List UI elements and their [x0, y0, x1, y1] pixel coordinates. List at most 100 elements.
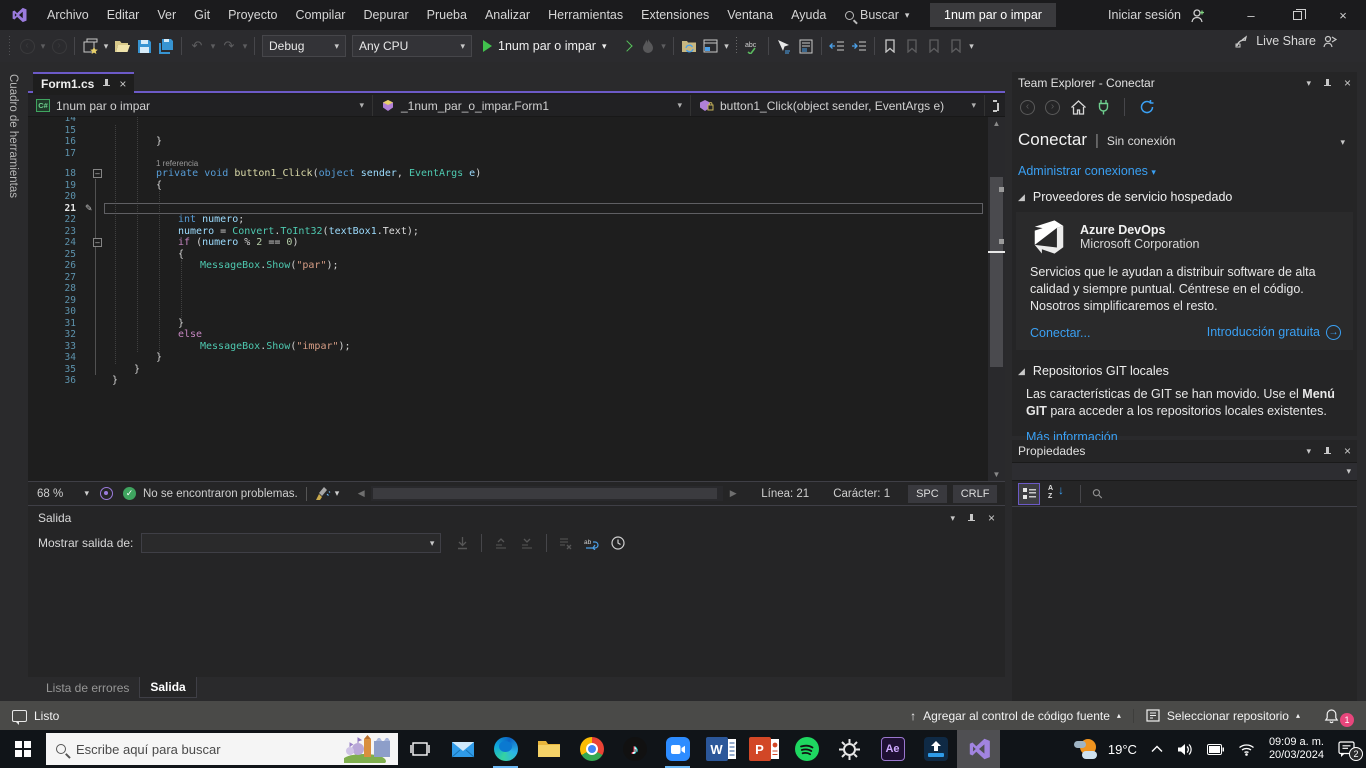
- member-dropdown[interactable]: button1_Click(object sender, EventArgs e…: [691, 95, 985, 116]
- select-repository-button[interactable]: Seleccionar repositorio ▴: [1132, 708, 1312, 723]
- git-section-header[interactable]: ◢ Repositorios GIT locales: [1012, 354, 1357, 382]
- code-line[interactable]: 30: [28, 306, 1005, 318]
- menu-extensiones[interactable]: Extensiones: [632, 0, 718, 30]
- toolbox-side-tab[interactable]: Cuadro de herramientas: [0, 62, 28, 701]
- menu-herramientas[interactable]: Herramientas: [539, 0, 632, 30]
- project-dropdown[interactable]: C# 1num par o impar ▾: [28, 95, 373, 116]
- code-line[interactable]: 14: [28, 117, 1005, 125]
- sign-in-button[interactable]: Iniciar sesión: [1108, 0, 1206, 30]
- code-line[interactable]: 29: [28, 295, 1005, 307]
- menu-ayuda[interactable]: Ayuda: [782, 0, 835, 30]
- menu-archivo[interactable]: Archivo: [38, 0, 98, 30]
- menu-depurar[interactable]: Depurar: [354, 0, 417, 30]
- start-debugging-button[interactable]: 1num par o impar ▾: [477, 35, 613, 57]
- code-line[interactable]: 19{: [28, 180, 1005, 192]
- save-all-icon[interactable]: [155, 35, 177, 57]
- hscroll-left-icon[interactable]: ◀: [353, 488, 369, 499]
- file-explorer-icon[interactable]: [527, 730, 570, 768]
- menu-compilar[interactable]: Compilar: [286, 0, 354, 30]
- restore-button[interactable]: [1274, 0, 1320, 30]
- code-line[interactable]: 31}: [28, 318, 1005, 330]
- eol-toggle[interactable]: CRLF: [952, 484, 998, 503]
- code-line[interactable]: 28: [28, 283, 1005, 295]
- menu-git[interactable]: Git: [185, 0, 219, 30]
- home-icon[interactable]: [1070, 99, 1087, 115]
- volume-icon[interactable]: [1177, 743, 1193, 756]
- split-editor-button[interactable]: [985, 95, 1005, 116]
- settings-app-icon[interactable]: [828, 730, 871, 768]
- unindent-icon[interactable]: [826, 35, 848, 57]
- window-position-caret[interactable]: ▾: [1306, 446, 1311, 457]
- solution-platform-dropdown[interactable]: Any CPU ▾: [352, 35, 472, 57]
- document-outline-icon[interactable]: [795, 35, 817, 57]
- sync-active-document-icon[interactable]: [678, 35, 700, 57]
- open-file-icon[interactable]: [111, 35, 133, 57]
- after-effects-app-icon[interactable]: Ae: [871, 730, 914, 768]
- connect-link[interactable]: Conectar...: [1030, 326, 1090, 340]
- hidden-icons-chevron[interactable]: [1151, 745, 1163, 753]
- code-line[interactable]: 18– private void button1_Click(object sen…: [28, 168, 1005, 180]
- code-line[interactable]: 16}: [28, 136, 1005, 148]
- action-center-button[interactable]: 2: [1338, 741, 1363, 761]
- close-button[interactable]: ×: [1320, 0, 1366, 30]
- start-button[interactable]: [0, 730, 46, 768]
- tiktok-app-icon[interactable]: ♪: [613, 730, 656, 768]
- scroll-down-icon[interactable]: ▼: [988, 470, 1005, 479]
- manage-connections-link[interactable]: Administrar conexiones ▾: [1018, 164, 1156, 178]
- spell-check-icon[interactable]: abc: [742, 35, 764, 57]
- type-dropdown[interactable]: _1num_par_o_impar.Form1 ▾: [373, 95, 691, 116]
- code-line[interactable]: 33 MessageBox.Show("impar");: [28, 341, 1005, 353]
- word-app-icon[interactable]: W: [699, 730, 742, 768]
- providers-section-header[interactable]: ◢ Proveedores de servicio hospedado: [1012, 180, 1357, 208]
- code-line[interactable]: 26 MessageBox.Show("par");: [28, 260, 1005, 272]
- code-line[interactable]: 21 ✎: [28, 202, 1005, 214]
- menu-proyecto[interactable]: Proyecto: [219, 0, 286, 30]
- battery-icon[interactable]: [1206, 743, 1224, 755]
- edge-app-icon[interactable]: [484, 730, 527, 768]
- indent-icon[interactable]: [848, 35, 870, 57]
- code-line[interactable]: 23 numero = Convert.ToInt32(textBox1.Text…: [28, 226, 1005, 238]
- taskbar-clock[interactable]: 09:09 a. m. 20/03/2024: [1269, 736, 1324, 762]
- window-layout-icon[interactable]: [700, 35, 722, 57]
- connect-plug-icon[interactable]: [1097, 99, 1110, 115]
- minimize-button[interactable]: –: [1228, 0, 1274, 30]
- toggle-bookmark-icon[interactable]: [879, 35, 901, 57]
- te-page-caret[interactable]: ▾: [1340, 137, 1351, 148]
- pin-icon[interactable]: [102, 79, 111, 88]
- save-icon[interactable]: [133, 35, 155, 57]
- code-line[interactable]: 24– if (numero % 2 == 0): [28, 237, 1005, 249]
- window-position-caret[interactable]: ▾: [1306, 78, 1311, 89]
- weather-widget[interactable]: 19°C: [1073, 738, 1137, 760]
- solution-configuration-dropdown[interactable]: Debug ▾: [262, 35, 346, 57]
- new-project-caret[interactable]: ▾: [101, 35, 111, 57]
- output-history-icon[interactable]: [607, 533, 629, 553]
- menu-editar[interactable]: Editar: [98, 0, 149, 30]
- fold-toggle-icon[interactable]: –: [93, 238, 102, 247]
- code-line[interactable]: 27: [28, 272, 1005, 284]
- bookmark-caret[interactable]: ▾: [967, 35, 977, 57]
- code-line[interactable]: 32 else: [28, 329, 1005, 341]
- close-panel-icon[interactable]: ×: [1344, 76, 1351, 90]
- close-panel-icon[interactable]: ×: [1344, 444, 1351, 458]
- fold-toggle-icon[interactable]: –: [93, 169, 102, 178]
- vertical-scrollbar[interactable]: ▲ ▼: [988, 117, 1005, 481]
- zoom-app-icon[interactable]: [656, 730, 699, 768]
- te-back-icon[interactable]: ‹: [1020, 99, 1035, 115]
- visual-studio-app-icon[interactable]: [957, 730, 1000, 768]
- new-project-icon[interactable]: [79, 35, 101, 57]
- pin-icon[interactable]: [967, 513, 976, 523]
- code-line[interactable]: 17: [28, 148, 1005, 160]
- scroll-up-icon[interactable]: ▲: [988, 119, 1005, 128]
- panel-tab-salida[interactable]: Salida: [139, 677, 197, 698]
- object-selector-dropdown[interactable]: ▾: [1012, 462, 1357, 481]
- window-position-caret[interactable]: ▾: [950, 513, 955, 524]
- code-line[interactable]: 22 int numero;: [28, 214, 1005, 226]
- wifi-icon[interactable]: [1238, 743, 1255, 756]
- te-forward-icon[interactable]: ›: [1045, 99, 1060, 115]
- document-tab-form1[interactable]: Form1.cs ×: [33, 72, 135, 93]
- pin-icon[interactable]: [1323, 446, 1332, 456]
- code-line[interactable]: 35}: [28, 364, 1005, 376]
- menu-prueba[interactable]: Prueba: [418, 0, 476, 30]
- spotify-app-icon[interactable]: [785, 730, 828, 768]
- pin-icon[interactable]: [1323, 78, 1332, 88]
